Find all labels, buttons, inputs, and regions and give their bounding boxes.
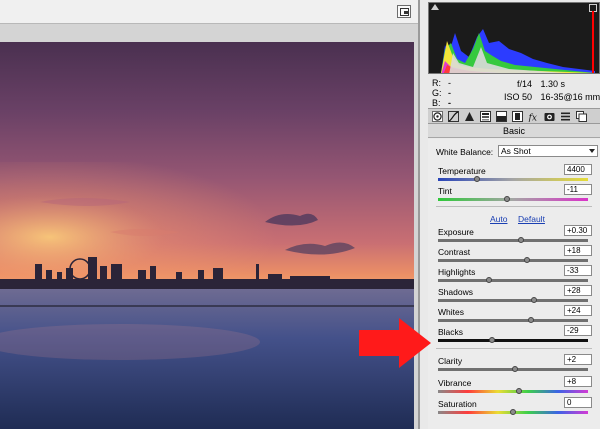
tone-curve-icon[interactable] — [448, 111, 459, 122]
exposure-label: Exposure — [438, 227, 474, 237]
camera-info: f/14 1.30 s ISO 50 16-35@16 mm — [504, 78, 600, 104]
clarity-track[interactable] — [438, 366, 588, 372]
highlights-label: Highlights — [438, 267, 476, 277]
default-link[interactable]: Default — [518, 214, 545, 224]
temperature-value[interactable]: 4400 — [564, 164, 592, 175]
lens-value: 16-35@16 mm — [540, 92, 600, 102]
blue-label: B: — [432, 98, 441, 108]
lens-corrections-icon[interactable] — [512, 111, 523, 122]
section-header: Basic — [428, 124, 600, 138]
highlight-clip-indicator — [592, 11, 594, 73]
split-toning-icon[interactable] — [496, 111, 507, 122]
snapshots-icon[interactable] — [576, 111, 587, 122]
blue-readout: B: --- — [432, 98, 451, 128]
chevron-down-icon — [589, 149, 595, 153]
detail-icon[interactable] — [464, 111, 475, 122]
whites-track[interactable] — [438, 317, 588, 323]
clarity-value[interactable]: +2 — [564, 354, 592, 365]
highlights-thumb[interactable] — [486, 277, 492, 283]
camera-calibration-icon[interactable] — [544, 111, 555, 122]
temperature-thumb[interactable] — [474, 176, 480, 182]
vibrance-track[interactable] — [438, 388, 588, 394]
shadows-track[interactable] — [438, 297, 588, 303]
whites-value[interactable]: +24 — [564, 305, 592, 316]
clarity-label: Clarity — [438, 356, 463, 366]
iso-value: ISO 50 — [504, 92, 533, 102]
red-label: R: — [432, 78, 441, 88]
fullscreen-icon[interactable] — [397, 5, 411, 18]
rgb-readout: R: --- G: --- B: --- f/14 1.30 s ISO 50 … — [428, 78, 600, 128]
tint-label: Tint — [438, 186, 452, 196]
photo-scene — [0, 162, 414, 429]
vibrance-value[interactable]: +8 — [564, 376, 592, 387]
image-canvas-area — [0, 0, 418, 429]
contrast-label: Contrast — [438, 247, 471, 257]
effects-icon[interactable]: fx — [528, 111, 539, 124]
contrast-value[interactable]: +18 — [564, 245, 592, 256]
saturation-track[interactable] — [438, 409, 588, 415]
white-balance-dropdown[interactable]: As Shot — [498, 145, 598, 157]
histogram — [428, 2, 600, 74]
tint-value[interactable]: -11 — [564, 184, 592, 195]
exposure-thumb[interactable] — [517, 237, 524, 243]
vibrance-label: Vibrance — [438, 378, 472, 388]
shadows-value[interactable]: +28 — [564, 285, 592, 296]
red-readout: R: --- — [432, 78, 451, 108]
vibrance-thumb[interactable] — [516, 388, 522, 394]
blacks-track[interactable] — [438, 337, 588, 343]
saturation-value[interactable]: 0 — [564, 397, 592, 408]
canvas-toolbar — [0, 0, 418, 24]
basic-controls: White Balance: As Shot Temperature 4400 … — [428, 139, 600, 429]
highlights-value[interactable]: -33 — [564, 265, 592, 276]
white-balance-value: As Shot — [501, 146, 531, 156]
divider — [436, 206, 592, 207]
shadows-label: Shadows — [438, 287, 473, 297]
green-readout: G: --- — [432, 88, 451, 118]
contrast-thumb[interactable] — [523, 257, 530, 263]
aperture-value: f/14 — [516, 79, 532, 89]
saturation-label: Saturation — [438, 399, 477, 409]
blacks-thumb[interactable] — [489, 337, 495, 343]
whites-thumb[interactable] — [528, 317, 534, 323]
panel-tabs: fx — [428, 108, 600, 124]
temperature-label: Temperature — [438, 166, 486, 176]
svg-text:fx: fx — [528, 114, 537, 123]
blacks-value[interactable]: -29 — [564, 325, 592, 336]
contrast-track[interactable] — [438, 257, 588, 263]
auto-link[interactable]: Auto — [490, 214, 508, 224]
histogram-graph — [441, 29, 595, 73]
blacks-label: Blacks — [438, 327, 464, 337]
basic-icon[interactable] — [432, 111, 443, 122]
shutter-value: 1.30 s — [540, 79, 566, 89]
tint-thumb[interactable] — [504, 196, 510, 202]
white-balance-label: White Balance: — [436, 147, 494, 157]
lens-info-line: ISO 50 16-35@16 mm — [504, 91, 600, 104]
exposure-track[interactable] — [438, 237, 588, 243]
presets-icon[interactable] — [560, 111, 571, 122]
photo-preview[interactable] — [0, 42, 414, 429]
whites-label: Whites — [438, 307, 464, 317]
exposure-value[interactable]: +0.30 — [564, 225, 592, 236]
shadows-thumb[interactable] — [531, 297, 537, 303]
red-arrow-pointer — [359, 318, 431, 368]
hsl-icon[interactable] — [480, 111, 491, 122]
adjustment-panel: R: --- G: --- B: --- f/14 1.30 s ISO 50 … — [418, 0, 600, 429]
green-label: G: — [432, 88, 442, 98]
highlights-track[interactable] — [438, 277, 588, 283]
clarity-thumb[interactable] — [511, 366, 518, 372]
divider — [436, 348, 592, 349]
tint-track[interactable] — [438, 196, 588, 202]
shadow-clipping-icon[interactable] — [431, 4, 439, 10]
exposure-info-line: f/14 1.30 s — [504, 78, 600, 91]
temperature-track[interactable] — [438, 176, 588, 182]
saturation-thumb[interactable] — [510, 409, 516, 415]
